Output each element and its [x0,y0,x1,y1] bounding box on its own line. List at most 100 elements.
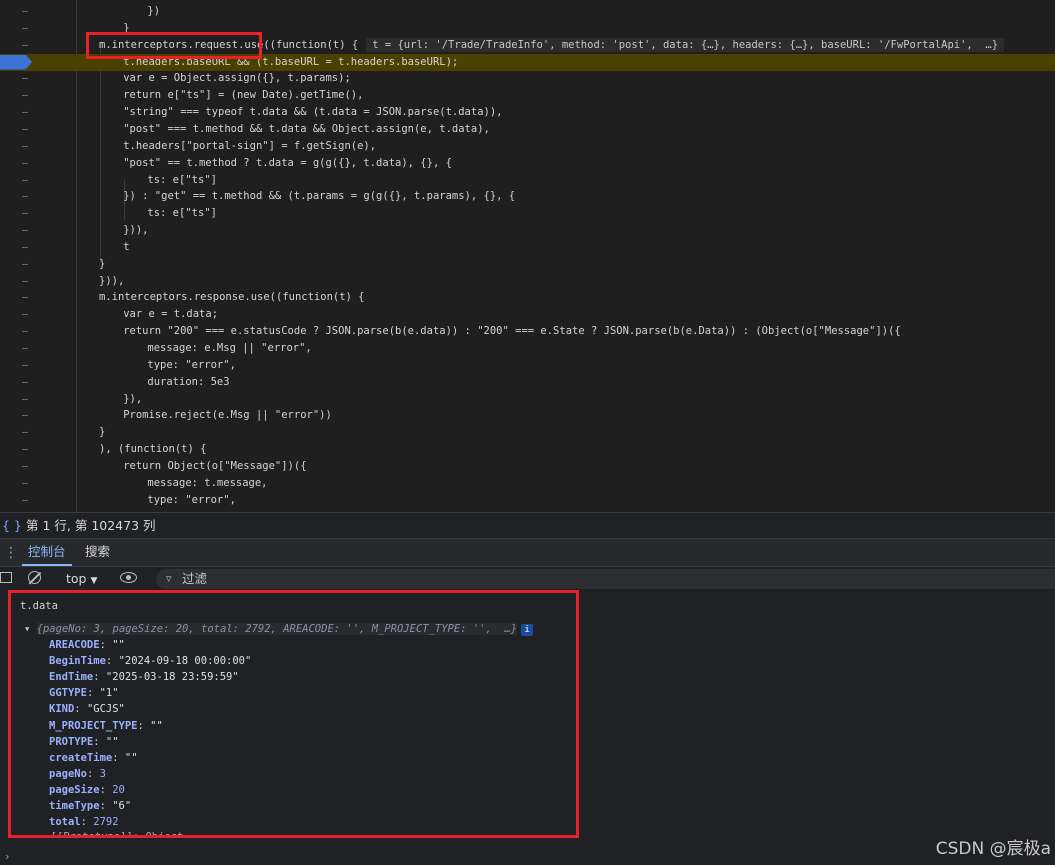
line-gutter-marker[interactable]: – [22,3,28,20]
object-property: AREACODE: "" [49,639,125,651]
code-line[interactable]: – message: t.message, [0,475,1055,492]
property-key: KIND [49,703,75,716]
prototype-row[interactable]: ▸ [[Prototype]]: Object [38,829,183,837]
code-line[interactable]: – type: "error", [0,357,1055,374]
line-gutter-marker[interactable]: – [22,121,28,138]
code-line[interactable]: – ts: e["ts"] [0,205,1055,222]
object-property: KIND: "GCJS" [49,703,125,716]
chevron-down-icon: ▼ [90,576,98,586]
code-line[interactable]: – return e["ts"] = (new Date).getTime(), [0,87,1055,104]
code-line[interactable]: –t.headers.baseURL && (t.baseURL = t.hea… [0,53,1055,71]
property-key: AREACODE [49,639,100,651]
object-property: total: 2792 [49,816,119,829]
code-line[interactable]: – var e = t.data; [0,306,1055,323]
line-gutter-marker[interactable]: – [22,138,28,155]
tab-console[interactable]: 控制台 [28,539,66,565]
eye-pupil [126,575,131,580]
object-property: createTime: "" [49,751,138,764]
line-gutter-marker[interactable]: – [22,155,28,172]
code-text: message: t.message, [147,476,268,489]
code-line[interactable]: –})), [0,273,1055,290]
drawer-menu-icon[interactable]: ⋮ [4,539,18,567]
line-gutter-marker[interactable]: – [22,222,28,239]
code-line[interactable]: – t.headers["portal-sign"] = f.getSign(e)… [0,138,1055,155]
line-gutter-marker[interactable]: – [22,70,28,87]
code-line[interactable]: –}) : "get" == t.method && (t.params = g… [0,188,1055,205]
code-line[interactable]: – m.interceptors.request.use((function(t)… [0,37,1055,54]
line-gutter-marker[interactable]: – [22,37,28,54]
object-preview[interactable]: {pageNo: 3, pageSize: 20, total: 2792, A… [36,623,518,635]
line-gutter-marker[interactable]: – [22,441,28,458]
watermark: CSDN @宸极a [935,839,1051,859]
code-line[interactable]: – var e = Object.assign({}, t.params); [0,70,1055,87]
code-line[interactable]: –}), [0,391,1055,408]
code-line[interactable]: – Promise.reject(e.Msg || "error")) [0,407,1055,424]
line-gutter-marker[interactable]: – [22,323,28,340]
code-text: return e["ts"] = (new Date).getTime(), [123,89,364,102]
code-line[interactable]: –} [0,424,1055,441]
line-gutter-marker[interactable]: – [22,458,28,475]
line-gutter-marker[interactable]: – [22,424,28,441]
line-gutter-marker[interactable]: – [22,306,28,323]
line-gutter-marker[interactable]: – [22,340,28,357]
property-value: "1" [99,687,119,700]
tab-search[interactable]: 搜索 [85,539,110,565]
line-gutter-marker[interactable]: – [22,407,28,424]
object-property: timeType: "6" [49,800,132,812]
property-value: "" [150,719,163,732]
property-value: "" [105,735,119,748]
code-text: })), [123,224,149,237]
object-property: PROTYPE: "" [49,735,119,748]
code-line[interactable]: –), (function(t) { [0,441,1055,458]
code-line[interactable]: – return "200" === e.statusCode ? JSON.pa… [0,323,1055,340]
code-text: t.headers["portal-sign"] = f.getSign(e), [123,139,377,152]
line-gutter-marker[interactable]: – [22,289,28,306]
property-value: "2025-03-18 23:59:59" [105,671,239,684]
code-text: t [123,240,130,253]
code-line[interactable]: – "post" === t.method && t.data && Object… [0,121,1055,138]
filter-field[interactable]: ▿ 过滤 [156,569,1055,589]
line-gutter-marker[interactable]: – [22,475,28,492]
console-prompt[interactable]: › [4,849,10,865]
code-line[interactable]: –})), [0,222,1055,239]
code-line[interactable]: – m.interceptors.response.use((function(t… [0,289,1055,306]
console-result-preview[interactable]: ▾ {pageNo: 3, pageSize: 20, total: 2792,… [24,621,534,637]
line-gutter-marker[interactable]: – [22,20,28,37]
line-gutter-marker[interactable]: – [22,104,28,121]
line-gutter-marker[interactable]: – [22,205,28,222]
code-line[interactable]: – type: "error", [0,492,1055,509]
filter-input[interactable]: 过滤 [182,569,207,589]
line-gutter-marker[interactable]: – [22,492,28,509]
line-gutter-marker[interactable]: – [22,357,28,374]
context-selector[interactable]: top ▼ [66,567,97,593]
code-line[interactable]: –} [0,20,1055,37]
expand-arrow-icon[interactable]: ▾ [24,623,37,635]
line-gutter-marker[interactable]: – [22,391,28,408]
line-gutter-marker[interactable]: – [22,188,28,205]
code-text: }), [123,392,143,405]
code-line[interactable]: – message: e.Msg || "error", [0,340,1055,357]
property-key: createTime [49,751,113,764]
pretty-print-icon[interactable]: { } [2,513,22,539]
line-gutter-marker[interactable]: – [22,239,28,256]
code-line[interactable]: – "string" === typeof t.data && (t.data =… [0,104,1055,121]
code-line[interactable]: –} [0,256,1055,273]
info-icon[interactable]: i [521,624,534,636]
line-gutter-marker[interactable]: – [22,374,28,391]
breakpoint-marker[interactable] [0,54,32,70]
line-gutter-marker[interactable]: – [22,256,28,273]
drawer-tabs: ⋮ 控制台 搜索 [0,538,1055,567]
code-line[interactable]: – return Object(o["Message"])({ [0,458,1055,475]
line-gutter-marker[interactable]: – [22,87,28,104]
code-line[interactable]: – t [0,239,1055,256]
line-gutter-marker[interactable]: – [22,172,28,189]
object-property: BeginTime: "2024-09-18 00:00:00" [49,655,252,668]
code-line[interactable]: – "post" == t.method ? t.data = g(g({}, t… [0,155,1055,172]
code-line[interactable]: –}) [0,3,1055,20]
code-line[interactable]: – ts: e["ts"] [0,172,1055,189]
code-line[interactable]: – duration: 5e3 [0,374,1055,391]
inline-value-preview: t = {url: '/Trade/TradeInfo', method: 'p… [366,37,1005,52]
line-gutter-marker[interactable]: – [22,273,28,290]
sidebar-toggle-icon[interactable] [0,572,12,583]
source-editor[interactable]: –}) –} – m.interceptors.request.use((functi… [0,0,1055,512]
